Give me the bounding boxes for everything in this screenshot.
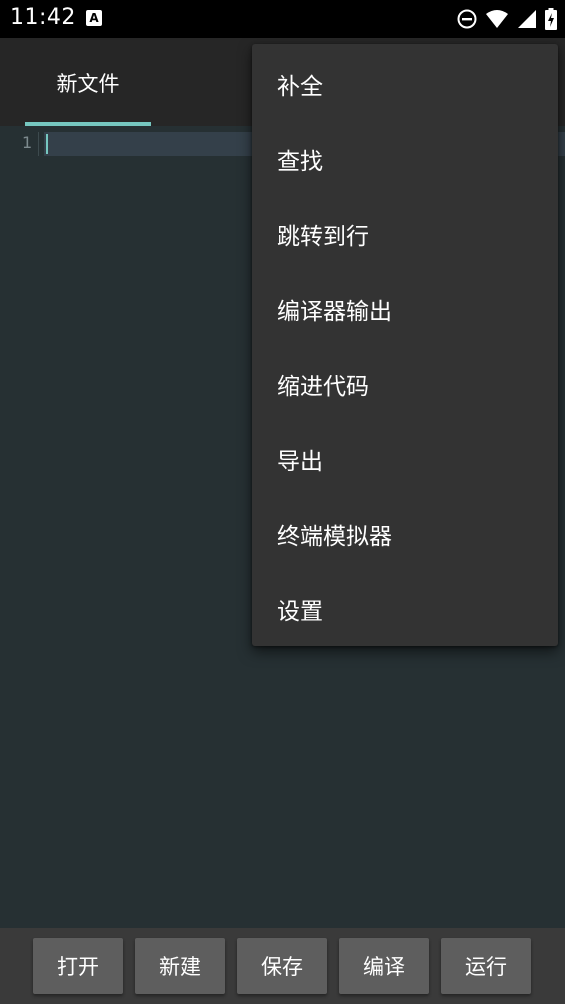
new-button[interactable]: 新建 xyxy=(135,938,225,994)
menu-item-label: 设置 xyxy=(277,599,323,625)
open-button[interactable]: 打开 xyxy=(33,938,123,994)
menu-item-settings[interactable]: 设置 xyxy=(252,569,558,644)
line-number: 1 xyxy=(22,133,33,152)
overflow-menu: 补全 查找 跳转到行 编译器输出 缩进代码 导出 终端模拟器 设置 xyxy=(252,44,558,646)
compile-button[interactable]: 编译 xyxy=(339,938,429,994)
menu-item-goto-line[interactable]: 跳转到行 xyxy=(252,194,558,269)
do-not-disturb-icon xyxy=(457,9,477,29)
wifi-icon xyxy=(485,9,509,29)
menu-item-label: 跳转到行 xyxy=(277,224,369,250)
battery-charging-icon xyxy=(545,8,557,30)
notification-a-icon: A xyxy=(86,10,102,26)
menu-item-compiler-output[interactable]: 编译器输出 xyxy=(252,269,558,344)
menu-item-label: 编译器输出 xyxy=(277,299,392,325)
status-time: 11:42 xyxy=(10,5,76,30)
gutter-divider xyxy=(38,132,39,156)
screen: 11:42 A 新文件 1 打开 新建 保存 编译 运行 补全 查找 跳转到行 … xyxy=(0,0,565,1004)
menu-item-autocomplete[interactable]: 补全 xyxy=(252,44,558,119)
cell-signal-icon xyxy=(517,9,537,29)
menu-item-label: 导出 xyxy=(277,449,323,475)
text-cursor xyxy=(46,134,48,154)
menu-item-terminal-emulator[interactable]: 终端模拟器 xyxy=(252,494,558,569)
tab-label: 新文件 xyxy=(56,72,120,96)
menu-item-label: 补全 xyxy=(277,74,323,100)
save-button[interactable]: 保存 xyxy=(237,938,327,994)
tab-new-file[interactable]: 新文件 xyxy=(25,38,151,126)
menu-item-label: 查找 xyxy=(277,149,323,175)
run-button[interactable]: 运行 xyxy=(441,938,531,994)
menu-item-label: 缩进代码 xyxy=(277,374,369,400)
status-bar: 11:42 A xyxy=(0,0,565,38)
bottom-toolbar: 打开 新建 保存 编译 运行 xyxy=(0,928,565,1004)
status-icons xyxy=(457,7,557,31)
menu-item-export[interactable]: 导出 xyxy=(252,419,558,494)
menu-item-indent-code[interactable]: 缩进代码 xyxy=(252,344,558,419)
menu-item-label: 终端模拟器 xyxy=(277,524,392,550)
menu-item-find[interactable]: 查找 xyxy=(252,119,558,194)
